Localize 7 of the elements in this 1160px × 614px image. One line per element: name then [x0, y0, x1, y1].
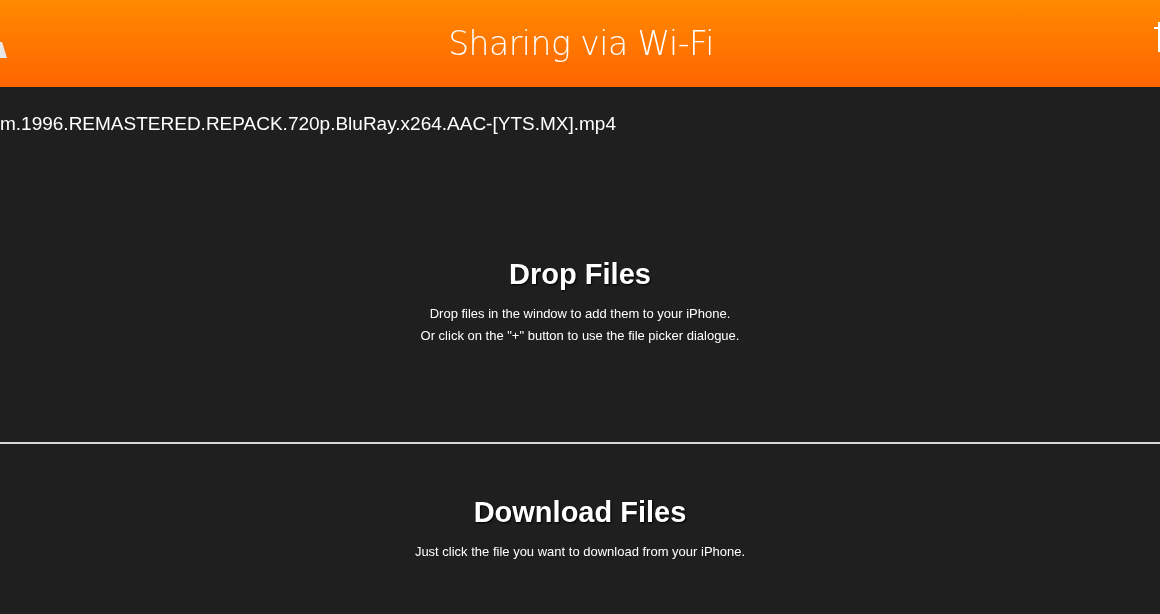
section-heading: Drop Files [509, 258, 651, 291]
section-text: Just click the file you want to download from your iPhone. [414, 542, 746, 561]
section-text: Or click on the "+" button to use the file picker dialogue. [420, 327, 740, 345]
section-heading: Download Files [473, 495, 687, 529]
section-text: Drop files in the window to add them to your iPhone. [429, 305, 731, 323]
file-name[interactable]: m.1996.REMASTERED.REPACK.720p.BluRay.x264.AAC-[YTS.MX].mp4 [0, 112, 616, 135]
header-title: Sharing via Wi-Fi [448, 24, 714, 63]
